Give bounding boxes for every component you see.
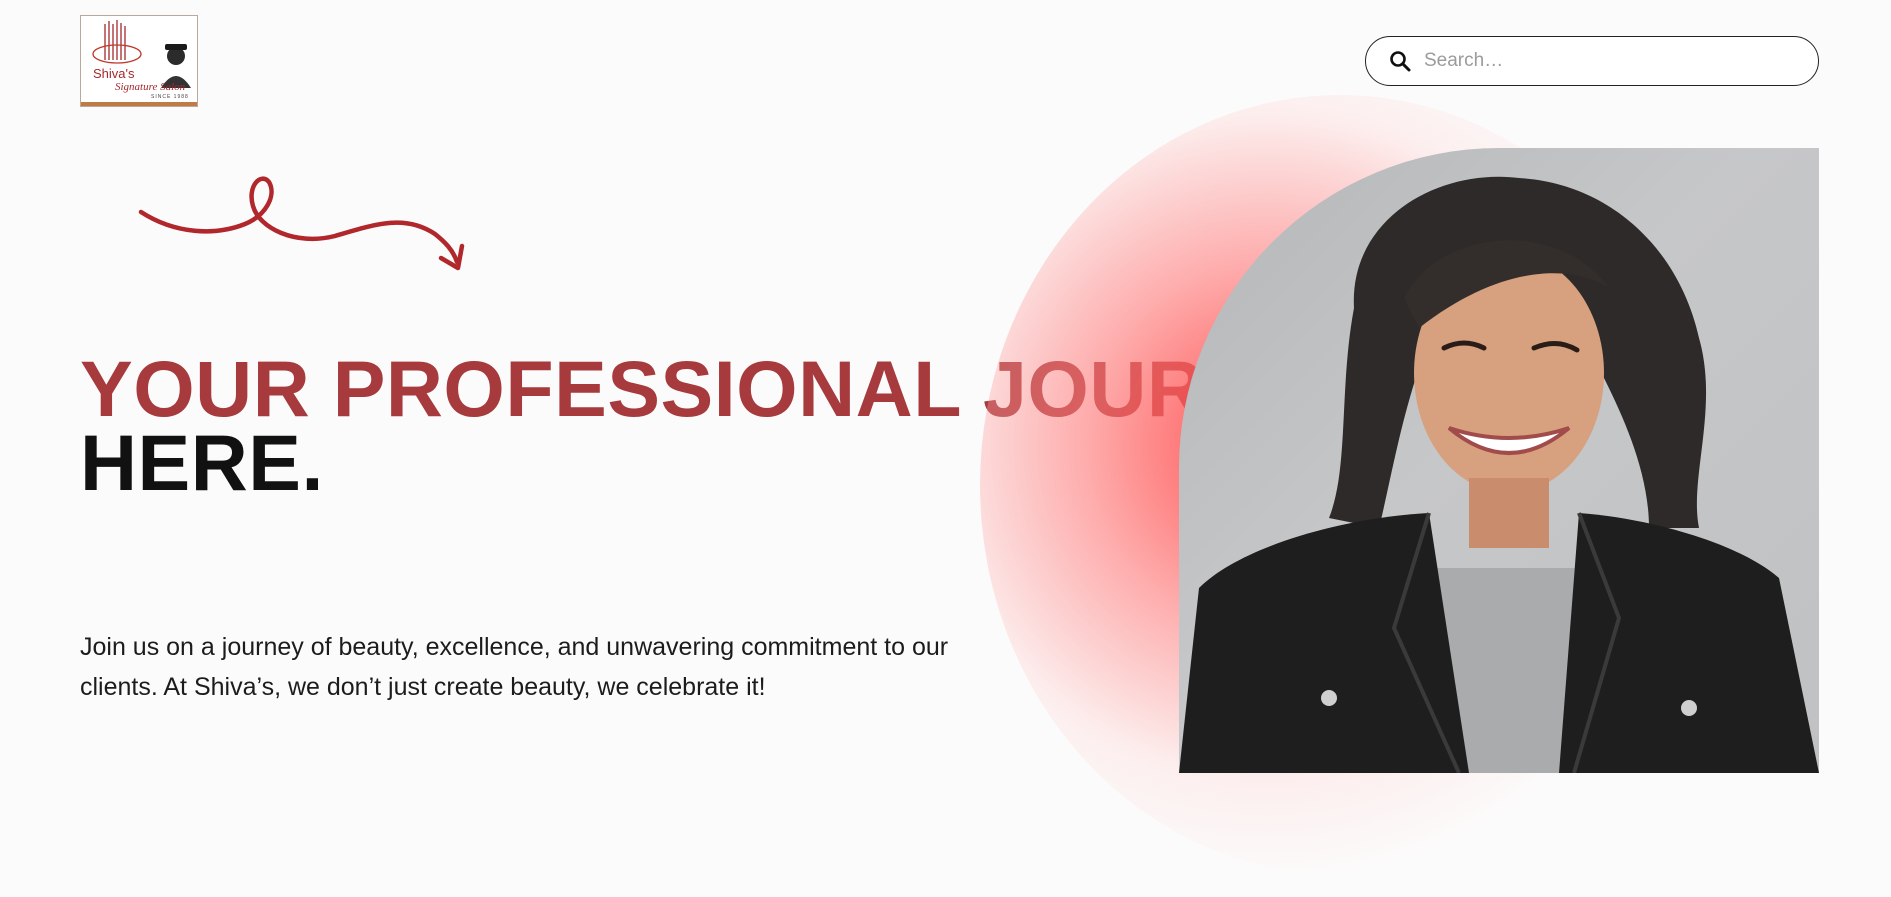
swirl-arrow-icon <box>138 176 465 271</box>
search-box[interactable] <box>1365 36 1819 86</box>
logo-since: SINCE 1988 <box>151 94 189 100</box>
portrait-illustration <box>1179 176 1819 773</box>
hero-paragraph: Join us on a journey of beauty, excellen… <box>80 633 949 701</box>
logo-tagline: Signature Salon <box>115 81 186 93</box>
salon-logo[interactable]: Shiva's Signature Salon SINCE 1988 <box>80 15 198 107</box>
search-icon[interactable] <box>1388 49 1412 73</box>
search-input[interactable] <box>1422 49 1786 73</box>
logo-underline <box>81 102 197 106</box>
logo-name: Shiva's <box>93 66 135 81</box>
hero-portrait-image <box>1179 148 1819 773</box>
